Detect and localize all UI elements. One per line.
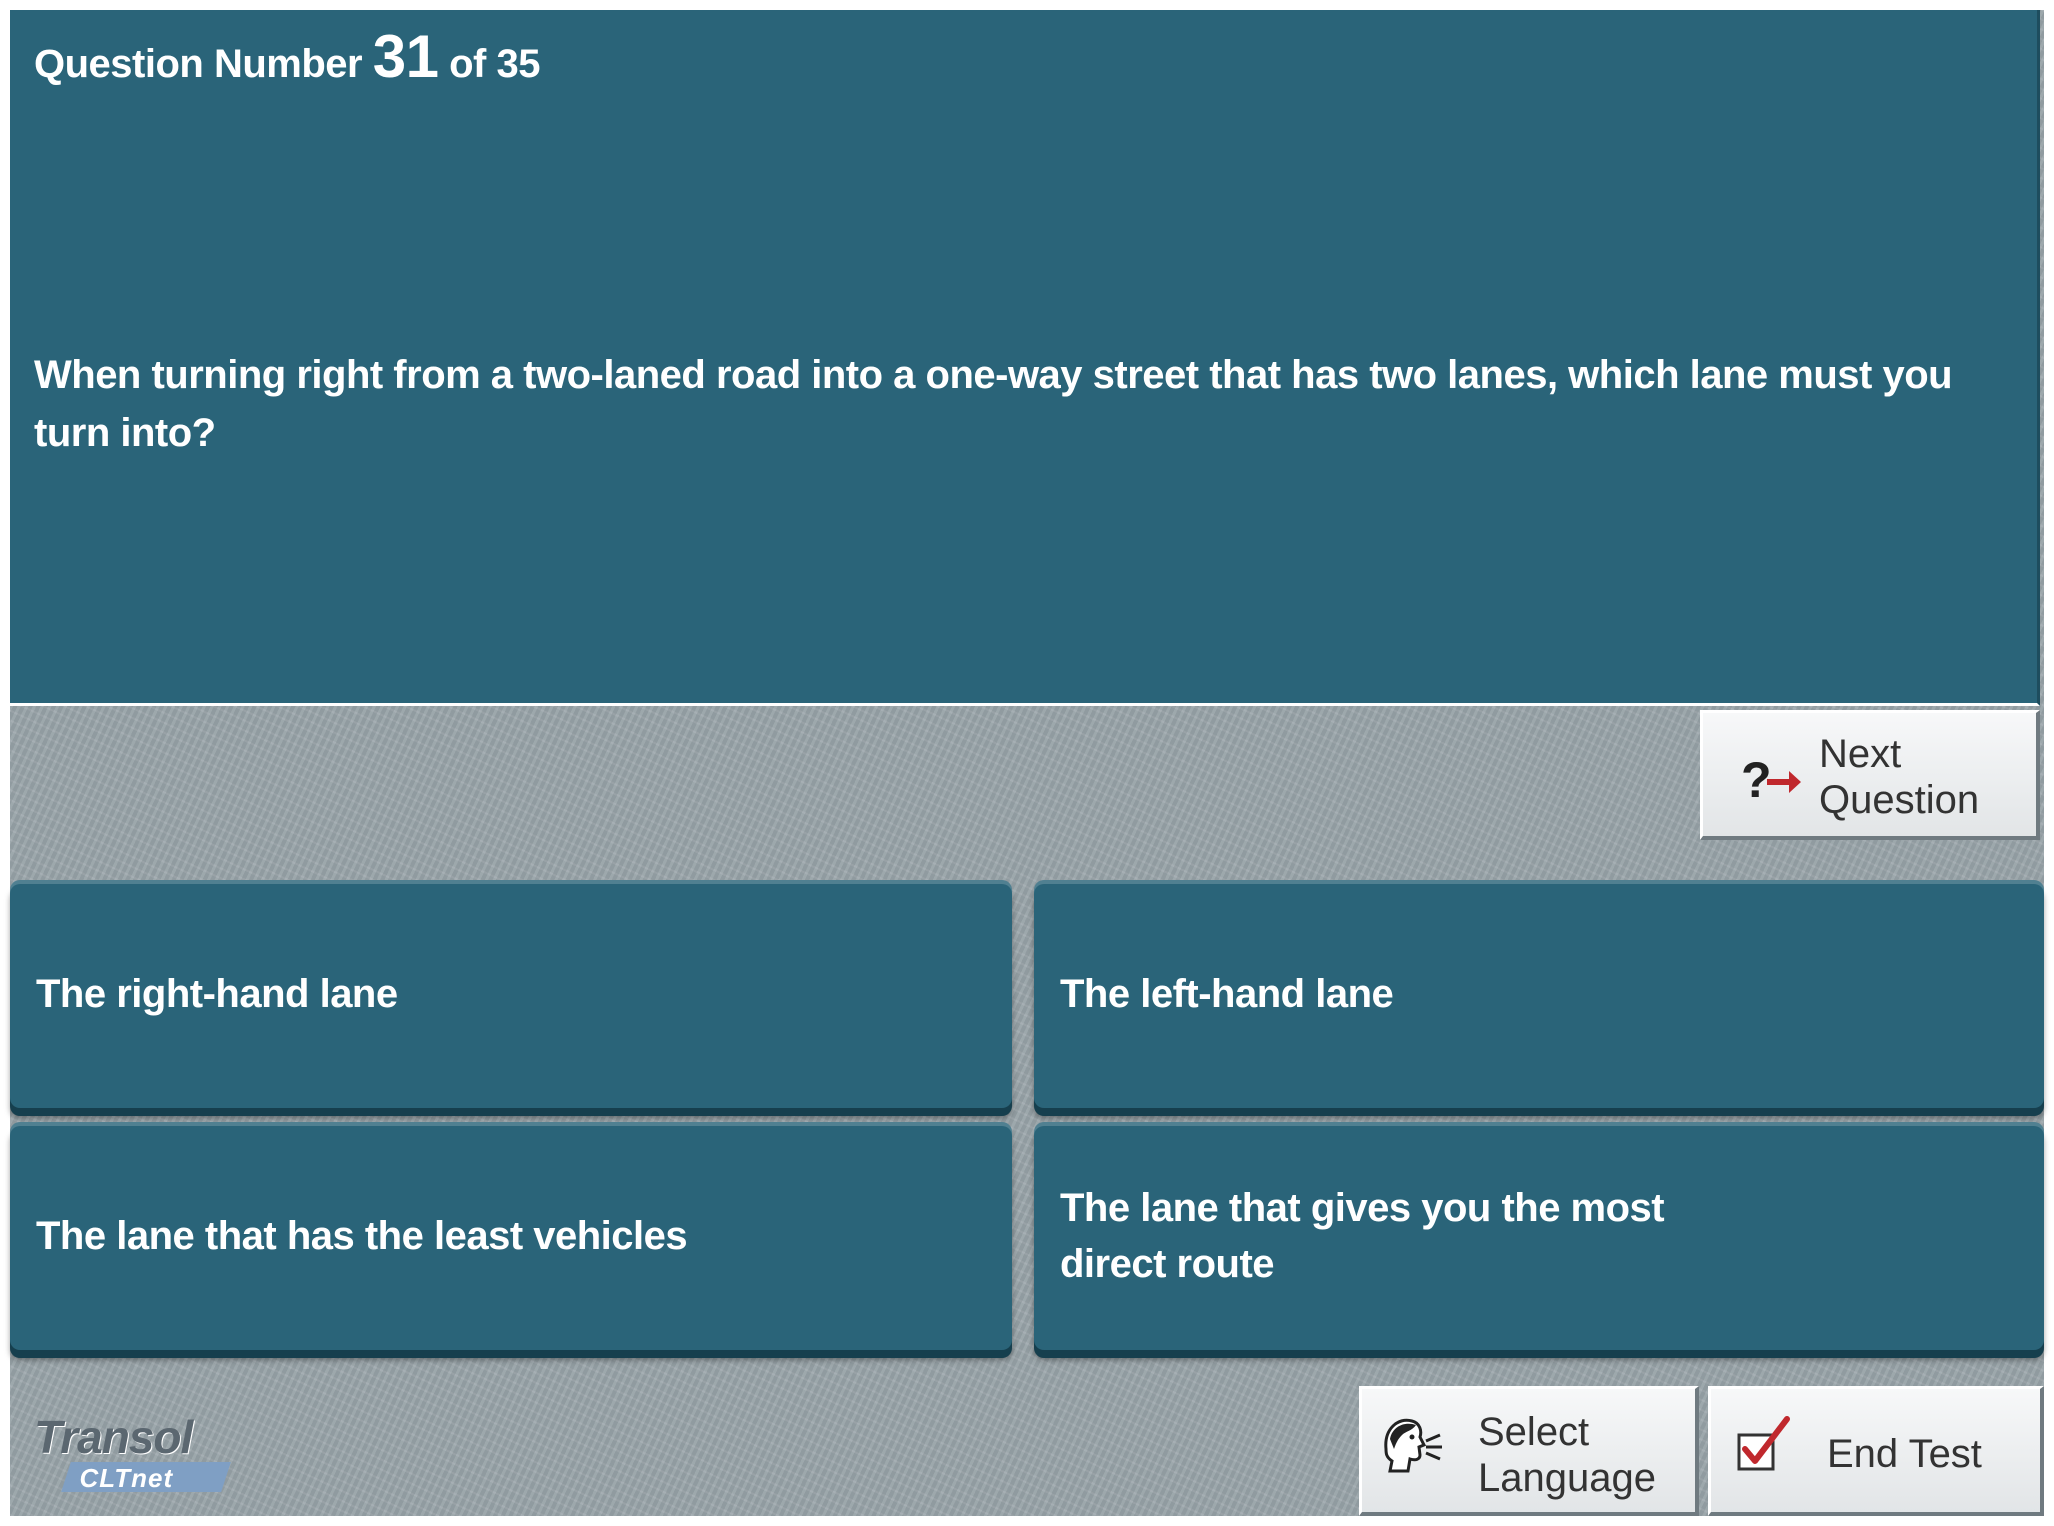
- end-test-label: End Test: [1827, 1432, 1982, 1476]
- answer-text: The left-hand lane: [1060, 972, 1394, 1016]
- question-number: 31: [372, 23, 439, 90]
- question-counter: Question Number 31 of 35: [34, 22, 540, 91]
- language-label-line1: Select: [1478, 1410, 1590, 1454]
- transol-logo: Transol CLTnet: [26, 1410, 256, 1500]
- test-screen: Question Number 31 of 35 When turning ri…: [10, 10, 2044, 1516]
- question-text: When turning right from a two-laned road…: [34, 353, 1953, 455]
- answer-text: The lane that gives you the most direct …: [1060, 1186, 1665, 1286]
- question-label: Question Number: [34, 42, 363, 86]
- select-language-button[interactable]: Select Language: [1359, 1386, 1699, 1516]
- speaking-head-icon: [1376, 1409, 1446, 1499]
- svg-text:?: ?: [1741, 752, 1772, 805]
- checkbox-icon: [1733, 1415, 1797, 1489]
- next-question-button[interactable]: ? Next Question: [1700, 710, 2040, 840]
- next-label-line2: Question: [1819, 778, 1980, 822]
- logo-sub: CLTnet: [79, 1463, 174, 1493]
- next-label-line1: Next: [1819, 732, 1902, 776]
- answer-option-1[interactable]: The right-hand lane: [10, 880, 1012, 1108]
- question-panel: Question Number 31 of 35 When turning ri…: [10, 10, 2040, 706]
- end-test-button[interactable]: End Test: [1708, 1386, 2044, 1516]
- answer-option-4[interactable]: The lane that gives you the most direct …: [1034, 1122, 2044, 1350]
- answer-text: The right-hand lane: [36, 972, 398, 1016]
- language-label-line2: Language: [1478, 1456, 1656, 1500]
- logo-name: Transol: [34, 1411, 193, 1463]
- answer-text: The lane that has the least vehicles: [36, 1214, 688, 1258]
- answer-option-2[interactable]: The left-hand lane: [1034, 880, 2044, 1108]
- question-total: of 35: [449, 42, 540, 86]
- logo-sub-badge: CLTnet: [61, 1462, 231, 1493]
- question-arrow-icon: ?: [1739, 749, 1803, 815]
- answer-option-3[interactable]: The lane that has the least vehicles: [10, 1122, 1012, 1350]
